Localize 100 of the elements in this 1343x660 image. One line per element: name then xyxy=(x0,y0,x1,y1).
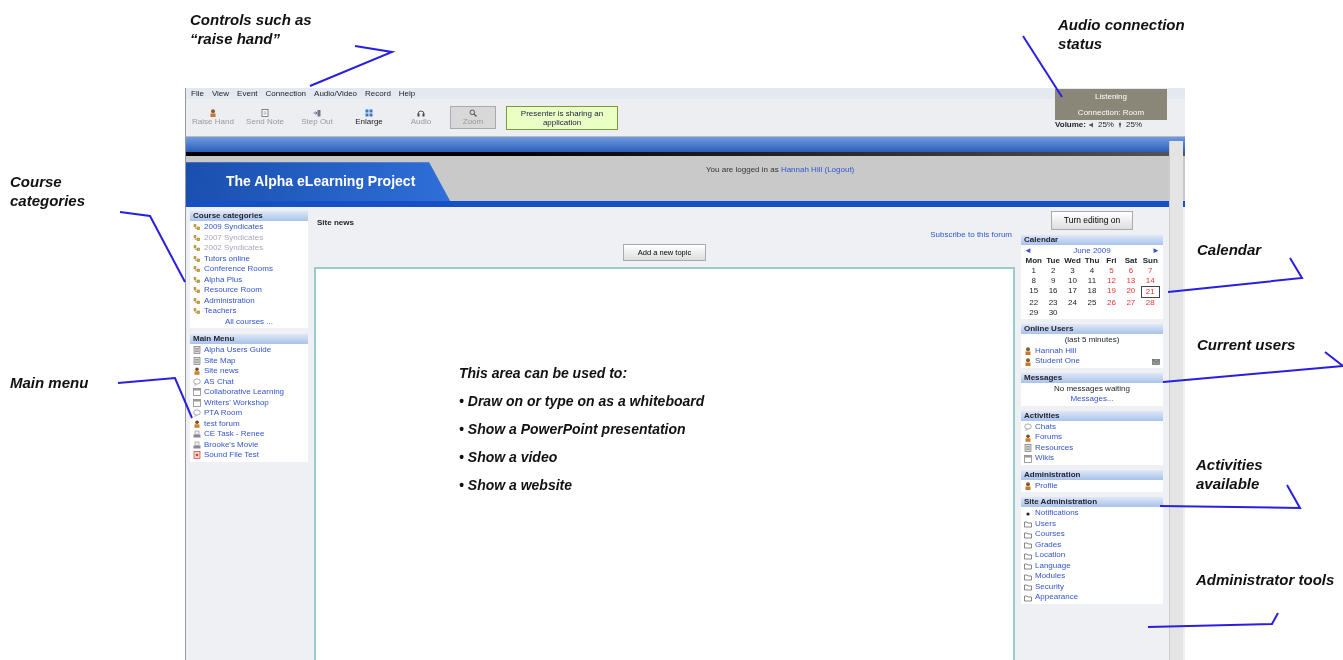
weekday-label: Wed xyxy=(1063,256,1082,267)
callout-label: Course categories xyxy=(10,172,87,210)
exit-icon xyxy=(313,109,321,117)
menu-link[interactable]: Site Map xyxy=(204,355,236,366)
menu-link[interactable]: CE Task - Renee xyxy=(204,429,265,440)
admin-link[interactable]: Modules xyxy=(1035,571,1066,582)
person-icon xyxy=(209,109,217,117)
activity-link[interactable]: Forums xyxy=(1035,432,1063,443)
callout-label: Current users xyxy=(1197,335,1297,354)
menu-item[interactable]: Record xyxy=(365,88,391,99)
category-link[interactable]: 2009 Syndicates xyxy=(204,222,264,233)
activity-link[interactable]: Chats xyxy=(1035,421,1056,433)
calendar-day: 2 xyxy=(1043,266,1063,277)
login-text: You are logged in as Hannah Hill (Logout) xyxy=(706,164,855,177)
activity-link[interactable]: Wikis xyxy=(1035,453,1055,464)
calendar-day: 19 xyxy=(1101,286,1122,299)
weekday-label: Thu xyxy=(1083,256,1101,267)
forum-icon xyxy=(1024,433,1032,442)
file-icon xyxy=(193,451,201,460)
admin-link[interactable]: Location xyxy=(1035,550,1066,561)
user-link[interactable]: Hannah Hill xyxy=(1035,345,1077,357)
admin-link[interactable]: Users xyxy=(1035,518,1056,530)
whiteboard-note: • Show a video xyxy=(459,448,559,468)
admin-link[interactable]: Profile xyxy=(1035,480,1058,492)
toolbar-button[interactable]: Enlarge xyxy=(346,106,392,129)
chat-icon xyxy=(1024,423,1032,431)
category-link[interactable]: Teachers xyxy=(204,306,237,317)
menu-item[interactable]: Audio/Video xyxy=(314,88,358,99)
forum-icon xyxy=(193,419,201,428)
calendar-day: 11 xyxy=(1082,276,1102,287)
admin-link[interactable]: Security xyxy=(1035,581,1064,593)
menu-item[interactable]: View xyxy=(211,88,230,99)
block-header: Messages xyxy=(1021,372,1163,383)
forum-icon xyxy=(193,367,201,376)
previous-month-button[interactable]: ◄ xyxy=(1024,245,1032,257)
logout-link[interactable]: (Logout) xyxy=(824,165,855,175)
menu-link[interactable]: Collaborative Learning xyxy=(204,387,285,398)
menu-item[interactable]: Event xyxy=(237,88,258,99)
menu-link[interactable]: test forum xyxy=(204,418,240,429)
callout-label: Calendar xyxy=(1197,240,1263,259)
edit-button[interactable]: Turn editing on xyxy=(1050,211,1134,230)
calendar-day: 5 xyxy=(1101,266,1122,277)
calendar-day: 22 xyxy=(1024,298,1044,309)
next-month-button[interactable]: ► xyxy=(1152,245,1160,257)
calendar-day: 24 xyxy=(1062,298,1083,309)
user-link[interactable]: Hannah Hill xyxy=(780,165,823,175)
subscribe-link[interactable]: Subscribe to this forum xyxy=(314,229,1015,241)
person-icon xyxy=(1024,347,1032,355)
volume-value: 25% xyxy=(1126,120,1142,130)
menu-link[interactable]: Brooke's Movie xyxy=(204,439,259,450)
menu-link[interactable]: PTA Room xyxy=(204,408,243,419)
whiteboard-note: • Draw on or type on as a whiteboard xyxy=(459,392,706,412)
admin-link[interactable]: Appearance xyxy=(1035,592,1079,603)
menu-link[interactable]: Sound File Test xyxy=(204,450,259,461)
callout-label: Activities available xyxy=(1196,455,1264,493)
weekday-label: Tue xyxy=(1045,256,1061,267)
menu-link[interactable]: AS Chat xyxy=(204,376,234,387)
calendar-day: 18 xyxy=(1082,286,1102,299)
block-header: Administration xyxy=(1021,469,1163,480)
admin-link[interactable]: Grades xyxy=(1035,539,1062,551)
connection-status: Connection: Room xyxy=(1076,108,1146,117)
calendar-day: 25 xyxy=(1082,298,1102,309)
note-icon xyxy=(261,109,269,117)
menu-item[interactable]: Connection xyxy=(265,88,307,99)
audio-state: Listening xyxy=(1094,92,1128,101)
weekday-label: Sat xyxy=(1123,256,1139,267)
grid-icon xyxy=(365,109,373,117)
category-link[interactable]: Tutors online xyxy=(204,253,250,264)
calendar-day: 8 xyxy=(1024,276,1044,287)
volume-label: Volume: xyxy=(1055,120,1086,130)
menu-link[interactable]: Writers' Workshop xyxy=(204,397,269,408)
chat-icon xyxy=(193,409,201,418)
category-link[interactable]: Conference Rooms xyxy=(204,264,273,275)
activity-link[interactable]: Resources xyxy=(1035,442,1074,454)
calendar-day: 26 xyxy=(1101,298,1122,309)
menu-item[interactable]: Help xyxy=(398,88,416,99)
admin-link[interactable]: Language xyxy=(1035,560,1071,572)
calendar-day: 30 xyxy=(1043,308,1063,319)
all-courses-link[interactable]: All courses ... xyxy=(225,316,273,326)
menu-link[interactable]: Site news xyxy=(204,366,239,377)
admin-link[interactable]: Courses xyxy=(1035,529,1065,540)
messages-link[interactable]: Messages... xyxy=(1070,394,1114,404)
user-link[interactable]: Student One xyxy=(1035,356,1080,367)
calendar-day: 4 xyxy=(1082,266,1102,277)
calendar-day: 12 xyxy=(1101,276,1122,287)
whiteboard-note: • Show a website xyxy=(459,476,574,496)
whiteboard-note: This area can be used to: xyxy=(459,364,629,384)
menu-link[interactable]: Alpha Users Guide xyxy=(204,345,272,356)
category-link[interactable]: Resource Room xyxy=(204,285,262,296)
category-link[interactable]: Administration xyxy=(204,295,255,306)
category-link[interactable]: Alpha Plus xyxy=(204,274,243,285)
page-icon xyxy=(1024,444,1032,452)
message-icon xyxy=(1152,358,1160,365)
admin-link[interactable]: Notifications xyxy=(1035,508,1079,519)
menu-item[interactable]: File xyxy=(191,88,204,99)
calendar-day: 27 xyxy=(1121,298,1141,309)
status-box: Presenter is sharing an application xyxy=(506,105,618,130)
month-title: June 2009 xyxy=(1073,245,1111,257)
callout-label: Controls such as “raise hand” xyxy=(190,10,313,48)
scrollbar[interactable] xyxy=(1169,141,1183,660)
